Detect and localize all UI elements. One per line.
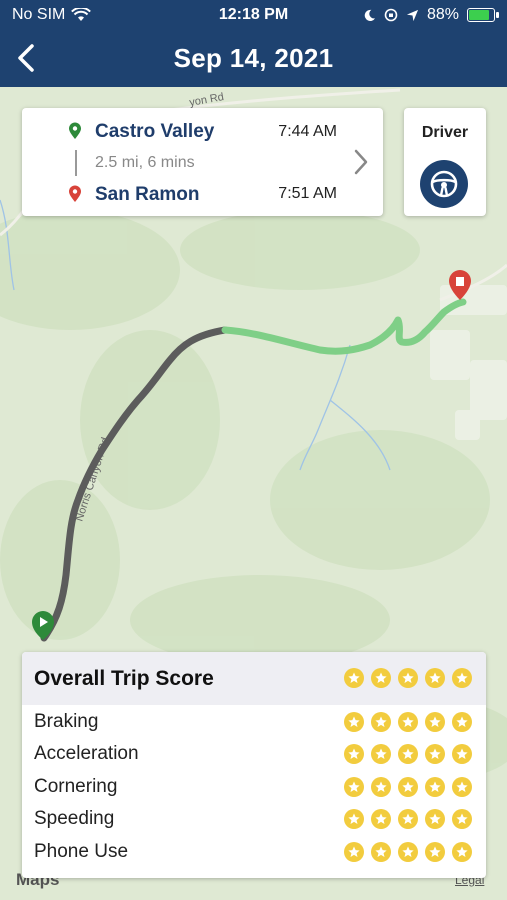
nav-bar: Sep 14, 2021 [0,30,507,87]
trip-score-card: Overall Trip Score Braking Acceleration … [22,652,486,878]
score-row-cornering: Cornering [22,771,486,803]
score-row-acceleration: Acceleration [22,738,486,770]
steering-wheel-icon [430,170,458,198]
star-icon [371,712,391,732]
star-icon [344,777,364,797]
star-rating [344,744,472,764]
trip-end-time: 7:51 AM [278,185,337,202]
star-icon [371,668,391,688]
overall-score-title: Overall Trip Score [34,667,214,690]
star-icon [398,668,418,688]
score-row-phone-use: Phone Use [22,836,486,868]
star-icon [371,777,391,797]
status-right-group: 88% [363,6,499,24]
page-title: Sep 14, 2021 [173,43,334,73]
driver-label: Driver [421,124,469,141]
star-icon [344,668,364,688]
score-row-label: Acceleration [34,743,139,764]
star-icon [344,809,364,829]
score-row-label: Braking [34,711,99,732]
star-icon [452,668,472,688]
star-icon [398,777,418,797]
star-icon [371,744,391,764]
driver-role-card[interactable]: Driver [404,108,486,216]
start-location-pin-icon [69,122,81,139]
steering-wheel-button[interactable] [420,160,468,208]
moon-icon [364,9,376,21]
end-location-pin-icon [69,185,81,202]
trip-connector-line [75,150,77,176]
star-icon [452,744,472,764]
star-icon [425,777,445,797]
score-row-label: Cornering [34,776,118,797]
trip-destination: San Ramon [95,184,200,205]
orientation-lock-icon [384,8,398,22]
star-icon [452,712,472,732]
star-icon [425,668,445,688]
star-icon [452,842,472,862]
score-row-speeding: Speeding [22,803,486,835]
trip-origin: Castro Valley [95,121,215,142]
star-rating [344,809,472,829]
score-row-label: Phone Use [34,841,129,862]
trip-start-time: 7:44 AM [278,123,337,140]
trip-distance-duration: 2.5 mi, 6 mins [95,154,195,171]
overall-score-header: Overall Trip Score [22,652,486,705]
star-icon [452,777,472,797]
star-icon [344,744,364,764]
star-icon [398,712,418,732]
star-icon [344,712,364,732]
star-icon [425,712,445,732]
star-rating [344,777,472,797]
star-icon [398,744,418,764]
score-row-label: Speeding [34,808,115,829]
overall-star-rating [344,668,472,688]
battery-percent: 88% [426,6,459,23]
star-icon [452,809,472,829]
score-row-braking: Braking [22,706,486,738]
star-icon [425,842,445,862]
star-icon [398,809,418,829]
star-icon [425,809,445,829]
star-icon [371,842,391,862]
star-icon [371,809,391,829]
star-icon [344,842,364,862]
chevron-right-icon [354,149,368,175]
location-arrow-icon [406,9,419,21]
star-rating [344,842,472,862]
star-rating [344,712,472,732]
status-bar: No SIM 12:18 PM 88% [0,0,507,30]
trip-summary-card[interactable]: Castro Valley 7:44 AM 2.5 mi, 6 mins San… [22,108,383,216]
battery-icon [467,8,499,22]
battery-fill [469,10,489,20]
star-icon [398,842,418,862]
star-icon [425,744,445,764]
